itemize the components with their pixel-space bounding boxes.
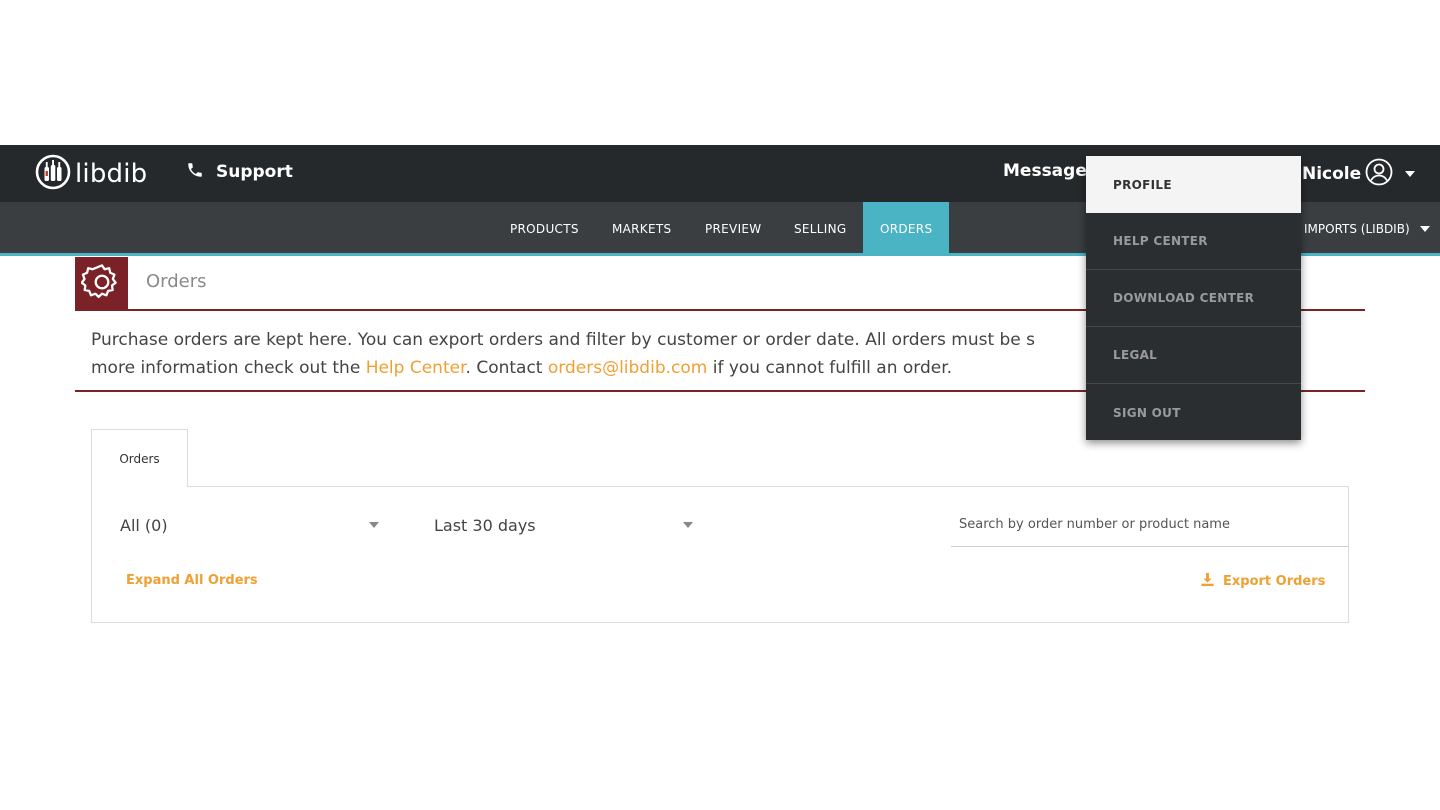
nav-preview[interactable]: PREVIEW [705, 202, 761, 256]
intro-line-2: more information check out the [91, 358, 366, 378]
tab-orders[interactable]: Orders [91, 429, 188, 487]
nav-orders[interactable]: ORDERS [863, 202, 950, 256]
menu-item-sign-out[interactable]: SIGN OUT [1086, 384, 1301, 441]
chevron-down-icon [1405, 171, 1416, 177]
intro-contact-text: . Contact [465, 358, 548, 378]
account-switcher[interactable]: IMPORTS (LIBDIB) [1304, 202, 1430, 256]
page-title: Orders [146, 271, 207, 292]
user-circle-icon [1365, 158, 1393, 190]
date-filter-select[interactable]: Last 30 days [434, 503, 696, 547]
intro-tail-text: if you cannot fulfill an order. [707, 358, 953, 378]
export-orders-button[interactable]: Export Orders [1200, 572, 1325, 591]
chevron-down-icon [683, 522, 693, 528]
logo[interactable]: libdib [35, 154, 148, 194]
orders-panel: All (0) Last 30 days Expand All Orders E… [91, 486, 1349, 623]
intro-text: Purchase orders are kept here. You can e… [91, 326, 1086, 382]
chevron-down-icon [1419, 226, 1430, 232]
help-center-link[interactable]: Help Center [366, 358, 466, 378]
customer-filter-select[interactable]: All (0) [120, 503, 382, 547]
search-input[interactable] [951, 503, 1349, 547]
phone-icon [186, 161, 204, 183]
messages-link[interactable]: Messages [1003, 161, 1097, 181]
page: libdib Support Messages Nicole PRODUCTS … [0, 0, 1440, 810]
nav-products[interactable]: PRODUCTS [510, 202, 579, 256]
wine-bottles-logo-icon [35, 154, 71, 194]
account-label: IMPORTS (LIBDIB) [1304, 222, 1410, 236]
page-icon-box [75, 257, 128, 310]
chevron-down-icon [369, 522, 379, 528]
menu-item-legal[interactable]: LEGAL [1086, 327, 1301, 384]
expand-all-orders-button[interactable]: Expand All Orders [126, 573, 258, 588]
orders-email-link[interactable]: orders@libdib.com [548, 358, 707, 378]
customer-filter-value: All (0) [120, 515, 168, 535]
user-name: Nicole [1302, 164, 1362, 184]
menu-item-profile[interactable]: PROFILE [1086, 156, 1301, 213]
user-menu-toggle[interactable]: Nicole [1302, 158, 1416, 190]
menu-item-help-center[interactable]: HELP CENTER [1086, 213, 1301, 270]
menu-item-download-center[interactable]: DOWNLOAD CENTER [1086, 270, 1301, 327]
support-link[interactable]: Support [186, 161, 293, 183]
date-filter-value: Last 30 days [434, 515, 536, 535]
support-label: Support [216, 162, 293, 182]
intro-line-1: Purchase orders are kept here. You can e… [91, 330, 1036, 350]
user-dropdown-menu: PROFILE HELP CENTER DOWNLOAD CENTER LEGA… [1086, 156, 1301, 440]
download-icon [1200, 572, 1215, 591]
nav-selling[interactable]: SELLING [794, 202, 847, 256]
logo-text: libdib [75, 159, 148, 189]
nav-markets[interactable]: MARKETS [612, 202, 671, 256]
export-orders-label: Export Orders [1223, 574, 1326, 589]
gear-icon [80, 261, 123, 307]
